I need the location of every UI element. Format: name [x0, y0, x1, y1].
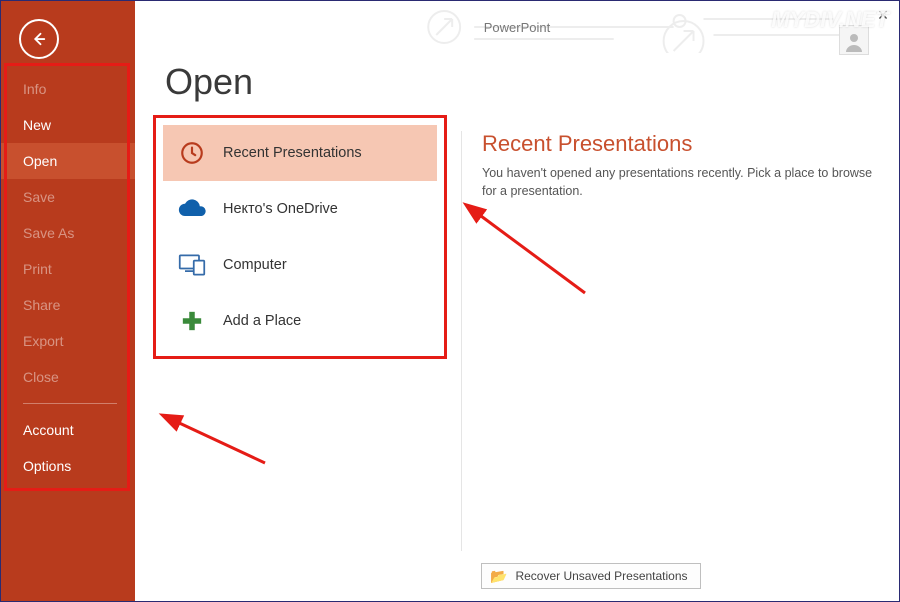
content-area: Open Recent Presentations Некто's OneDri…	[135, 53, 899, 601]
annotation-arrow-sidebar	[165, 413, 275, 478]
folder-icon: 📂	[490, 568, 507, 585]
sidebar-item-saveas: Save As	[1, 215, 135, 251]
open-locations-list: Recent Presentations Некто's OneDrive Co…	[163, 125, 437, 349]
plus-icon	[175, 310, 209, 332]
recover-label: Recover Unsaved Presentations	[515, 569, 687, 583]
computer-icon	[175, 253, 209, 277]
sidebar-item-save: Save	[1, 179, 135, 215]
page-title: Open	[165, 61, 899, 103]
titlebar: PowerPoint ✕ MYDIV.NET	[135, 1, 899, 53]
arrow-left-icon	[30, 30, 48, 48]
location-label: Computer	[223, 257, 287, 273]
window-close-button[interactable]: ✕	[873, 5, 893, 25]
back-button[interactable]	[19, 19, 59, 59]
clock-icon	[175, 140, 209, 166]
sidebar-item-account[interactable]: Account	[1, 412, 135, 448]
sidebar-item-info: Info	[1, 71, 135, 107]
recent-body: You haven't opened any presentations rec…	[482, 165, 887, 200]
sidebar-item-export: Export	[1, 323, 135, 359]
location-computer[interactable]: Computer	[163, 237, 437, 293]
sidebar-item-close: Close	[1, 359, 135, 395]
person-icon	[842, 30, 866, 54]
sidebar-item-new[interactable]: New	[1, 107, 135, 143]
location-recent[interactable]: Recent Presentations	[163, 125, 437, 181]
app-title: PowerPoint	[484, 20, 550, 35]
onedrive-icon	[175, 199, 209, 219]
location-label: Add a Place	[223, 313, 301, 329]
sidebar-item-options[interactable]: Options	[1, 448, 135, 484]
sidebar-item-print: Print	[1, 251, 135, 287]
location-onedrive[interactable]: Некто's OneDrive	[163, 181, 437, 237]
sidebar-item-open[interactable]: Open	[1, 143, 135, 179]
close-icon: ✕	[877, 7, 889, 24]
sidebar-item-share: Share	[1, 287, 135, 323]
location-label: Recent Presentations	[223, 145, 362, 161]
location-add-place[interactable]: Add a Place	[163, 293, 437, 349]
recent-heading: Recent Presentations	[482, 131, 887, 157]
recent-pane: Recent Presentations You haven't opened …	[461, 131, 887, 551]
sidebar-divider	[23, 403, 117, 404]
recover-unsaved-button[interactable]: 📂 Recover Unsaved Presentations	[481, 563, 701, 589]
location-label: Некто's OneDrive	[223, 201, 338, 217]
user-avatar[interactable]	[839, 25, 869, 55]
backstage-sidebar: Info New Open Save Save As Print Share E…	[1, 1, 135, 601]
